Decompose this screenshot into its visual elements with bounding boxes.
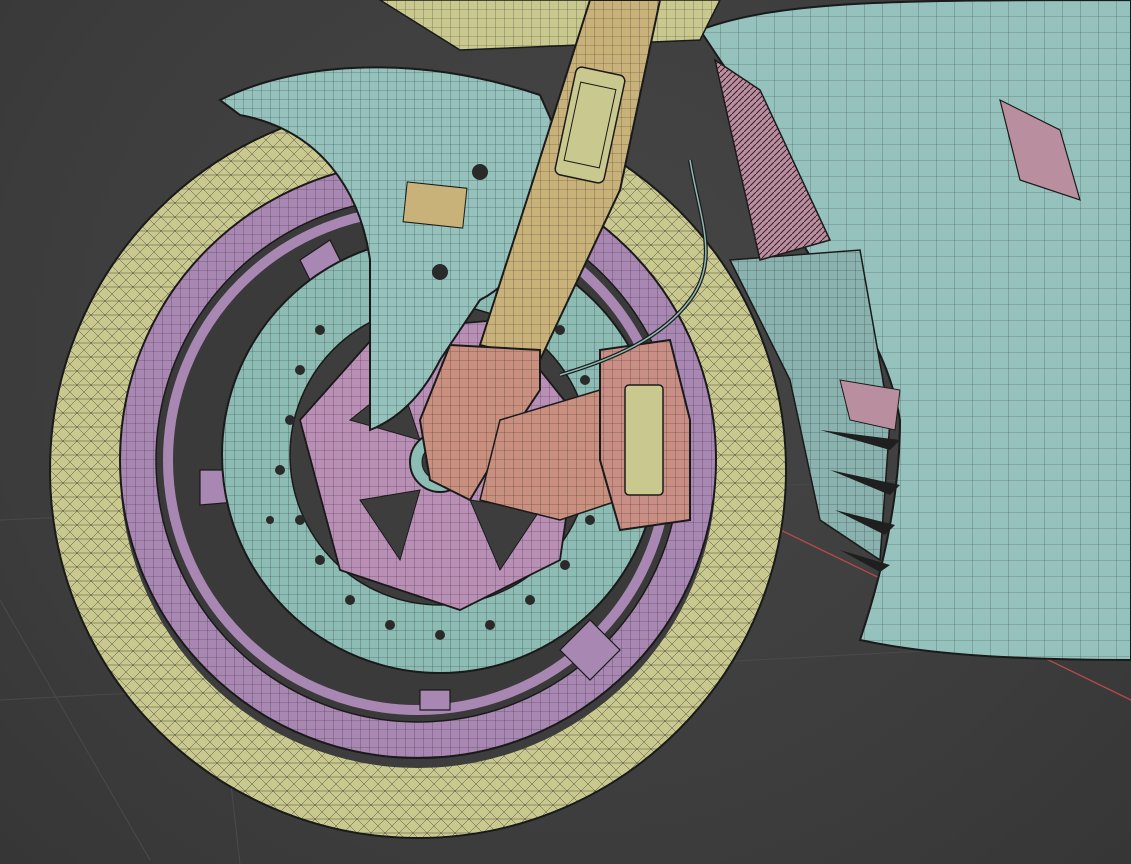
wireframe-scene [0, 0, 1131, 864]
brake-caliper[interactable] [599, 338, 691, 532]
3d-viewport[interactable] [0, 0, 1131, 864]
